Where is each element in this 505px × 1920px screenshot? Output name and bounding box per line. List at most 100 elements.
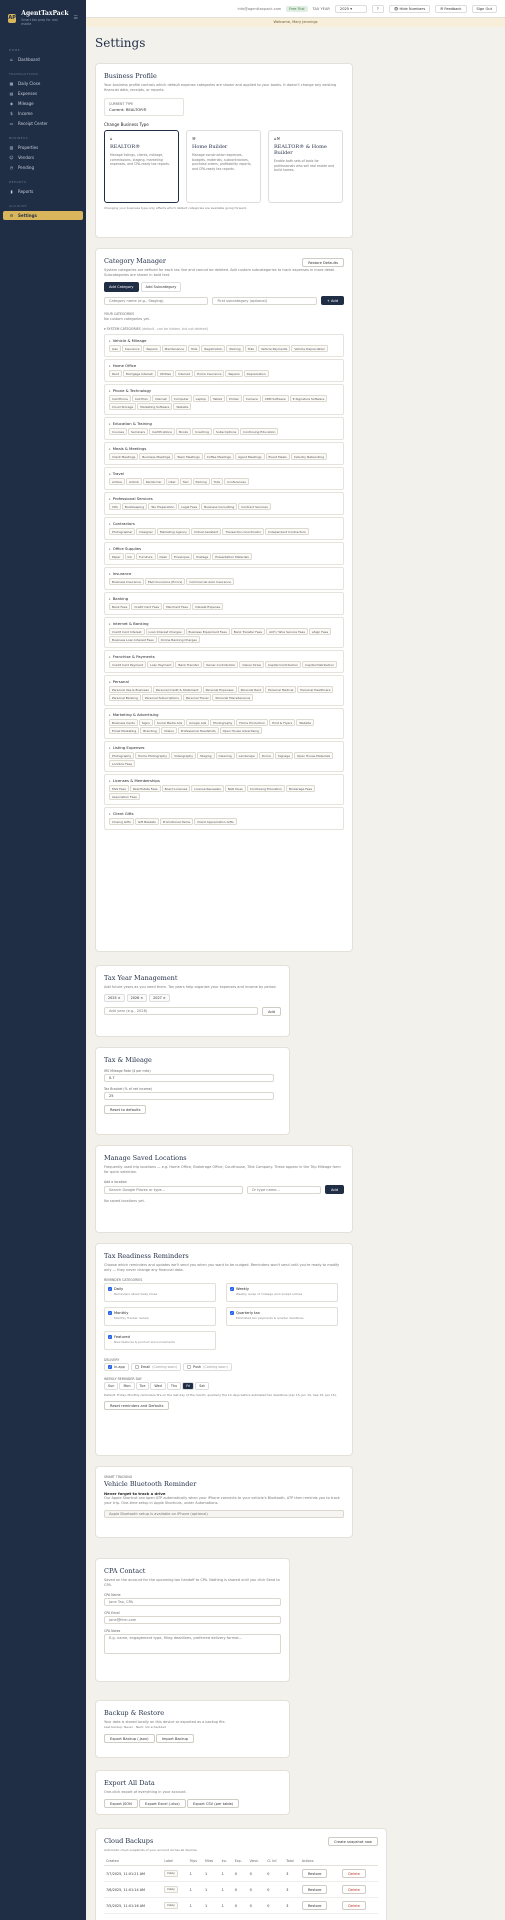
subcategory-chip[interactable]: CPA <box>109 503 121 510</box>
day-mon[interactable]: Mon <box>119 1382 135 1390</box>
export-excel-button[interactable]: Export Excel (.xlsx) <box>139 1799 186 1808</box>
checkbox-icon[interactable] <box>134 1365 139 1369</box>
chevron-right-icon[interactable]: ▸ <box>109 746 111 750</box>
cpa-name-input[interactable]: Jane Tax, CPA <box>104 1598 281 1606</box>
sidebar-item-receipt-center[interactable]: ▭ Receipt Center <box>0 119 86 128</box>
subcategory-chip[interactable]: Google Ads <box>186 719 210 726</box>
subcategory-chip[interactable]: Association Fees <box>109 793 140 800</box>
subcategory-chip[interactable]: Business Equipment Fees <box>185 628 230 635</box>
checkbox-checked-icon[interactable]: ✓ <box>108 1335 112 1339</box>
subcategory-chip[interactable]: Personal Banking <box>109 694 141 701</box>
restore-button[interactable]: Restore <box>301 1901 328 1910</box>
subcategory-chip[interactable]: Commercial Auto Insurance <box>186 578 234 585</box>
subcategory-chip[interactable]: Rental Car <box>142 478 165 485</box>
subcategory-chip[interactable]: Repairs <box>143 345 161 352</box>
delivery-option[interactable]: ✓ In-app <box>104 1363 129 1371</box>
reminder-item[interactable]: ✓ Featured New features & product announce… <box>104 1331 216 1350</box>
restore-defaults-button[interactable]: Restore Defaults <box>302 258 344 267</box>
category-title[interactable]: ▸ Banking <box>109 596 339 601</box>
sidebar-item-dashboard[interactable]: ⌂ Dashboard <box>0 55 86 64</box>
signout-button[interactable]: Sign Out <box>471 4 497 13</box>
subcategory-chip[interactable]: Envelopes <box>170 553 193 560</box>
subcategory-chip[interactable]: NAR Dues <box>224 785 246 792</box>
import-backup-button[interactable]: Import Backup <box>155 1734 195 1743</box>
subcategory-chip[interactable]: Cell Phone <box>109 395 131 402</box>
subcategory-chip[interactable]: Interest Expense <box>191 603 224 610</box>
subcategory-chip[interactable]: License Renewals <box>191 785 224 792</box>
subcategory-chip[interactable]: Mortgage Interest <box>122 370 156 377</box>
tax-year-select[interactable]: 2025 ▾ <box>334 4 367 13</box>
subcategory-chip[interactable]: Registration <box>201 345 226 352</box>
subcategory-chip[interactable]: Credit Card Interest <box>109 628 145 635</box>
reminder-item[interactable]: ✓ Weekly Weekly recap of mileage and recei… <box>226 1283 338 1302</box>
subcategory-chip[interactable]: Furniture <box>136 553 156 560</box>
chevron-down-icon[interactable]: ▾ <box>104 327 106 331</box>
subcategory-chip[interactable]: Gift Baskets <box>134 818 159 825</box>
subcategory-chip[interactable]: Printer <box>225 395 242 402</box>
subcategory-chip[interactable]: Coffee Meetings <box>203 453 234 460</box>
subcategory-chip[interactable]: Lockbox Fees <box>109 760 136 767</box>
category-title[interactable]: ▸ Marketing & Advertising <box>109 712 339 717</box>
chevron-right-icon[interactable]: ▸ <box>109 389 111 393</box>
subcategory-chip[interactable]: Conferences <box>224 478 249 485</box>
subcategory-chip[interactable]: Marketing Agency <box>156 528 190 535</box>
subcategory-chip[interactable]: Online Banking Charges <box>157 636 200 643</box>
category-title[interactable]: ▸ Home Office <box>109 363 339 368</box>
category-title[interactable]: ▸ Office Supplies <box>109 546 339 551</box>
collapse-sidebar-icon[interactable]: ☰ <box>74 15 78 21</box>
feedback-button[interactable]: ✉ Feedback <box>435 4 467 13</box>
subcategory-chip[interactable]: Parking <box>192 478 210 485</box>
subcategory-chip[interactable]: Internet <box>151 395 170 402</box>
subcategory-chip[interactable]: Business Cards <box>109 719 138 726</box>
subcategory-chip[interactable]: Drone <box>258 752 274 759</box>
sidebar-item-settings[interactable]: ⚙ Settings <box>3 211 83 220</box>
subcategory-chip[interactable]: Credit Card Payment <box>109 661 147 668</box>
day-tue[interactable]: Tue <box>135 1382 150 1390</box>
chevron-right-icon[interactable]: ▸ <box>109 339 111 343</box>
subcategory-chip[interactable]: Professional Headshots <box>177 727 219 734</box>
subcategory-chip[interactable]: Loan Interest Charges <box>145 628 185 635</box>
checkbox-checked-icon[interactable]: ✓ <box>108 1287 112 1291</box>
subcategory-chip[interactable]: Personal Medical <box>265 686 297 693</box>
subcategory-chip[interactable]: Real Estate Fees <box>129 785 161 792</box>
category-name-input[interactable]: Category name (e.g., Staging) <box>104 296 209 305</box>
subcategory-chip[interactable]: Bank Fees <box>109 603 131 610</box>
category-title[interactable]: ▸ Franchise & Payments <box>109 654 339 659</box>
category-title[interactable]: ▸ Internet & Banking <box>109 621 339 626</box>
subcategory-chip[interactable]: Credit Card Fees <box>131 603 163 610</box>
subcategory-chip[interactable]: Continuing Education <box>240 428 279 435</box>
subcategory-chip[interactable]: Certifications <box>149 428 175 435</box>
subcategory-chip[interactable]: Insurance <box>121 345 143 352</box>
chevron-right-icon[interactable]: ▸ <box>109 422 111 426</box>
subcategory-chip[interactable]: Client Appreciation Gifts <box>194 818 237 825</box>
chevron-right-icon[interactable]: ▸ <box>109 655 111 659</box>
delete-button[interactable]: Delete <box>342 1869 366 1878</box>
subcategory-chip[interactable]: E&O Insurance (Errors) <box>144 578 186 585</box>
subcategory-chip[interactable]: Capital Contribution <box>264 661 302 668</box>
subcategory-chip[interactable]: Owner Contribution <box>202 661 239 668</box>
subcategory-chip[interactable]: Cleaning <box>215 752 235 759</box>
mileage-rate-input[interactable]: 0.7 <box>104 1074 274 1082</box>
subcategory-chip[interactable]: Marketing Software <box>137 403 173 410</box>
category-title[interactable]: ▸ Listing Expenses <box>109 745 339 750</box>
subcategory-chip[interactable]: Tablet <box>210 395 225 402</box>
business-type-option[interactable]: ⌂ REALTOR® Manage listings, clients, milea… <box>104 130 179 203</box>
subcategory-chip[interactable]: Cell Plan <box>131 395 151 402</box>
subcategory-chip[interactable]: Home Photography <box>135 752 171 759</box>
tax-year-chip[interactable]: 2026 × <box>126 994 148 1002</box>
day-sat[interactable]: Sat <box>195 1382 209 1390</box>
subcategory-chip[interactable]: Open House Advertising <box>219 727 262 734</box>
subcategory-chip[interactable]: Website <box>173 403 192 410</box>
subcategory-chip[interactable]: Landscape <box>235 752 258 759</box>
subcategory-chip[interactable]: Camera <box>242 395 261 402</box>
subcategory-chip[interactable]: Open House Materials <box>293 752 334 759</box>
delete-button[interactable]: Delete <box>342 1901 366 1910</box>
subcategory-chip[interactable]: Ink <box>124 553 136 560</box>
subcategory-chip[interactable]: Subscriptions <box>212 428 240 435</box>
subcategory-chip[interactable]: Personal Subscriptions <box>141 694 182 701</box>
subcategory-chip[interactable]: Social Media Ads <box>153 719 186 726</box>
subcategory-chip[interactable]: ACH / Wire Service Fees <box>266 628 308 635</box>
chevron-right-icon[interactable]: ▸ <box>109 680 111 684</box>
subcategory-chip[interactable]: Tolls <box>244 345 257 352</box>
reset-reminders-button[interactable]: Reset reminders and Defaults <box>104 1401 170 1410</box>
